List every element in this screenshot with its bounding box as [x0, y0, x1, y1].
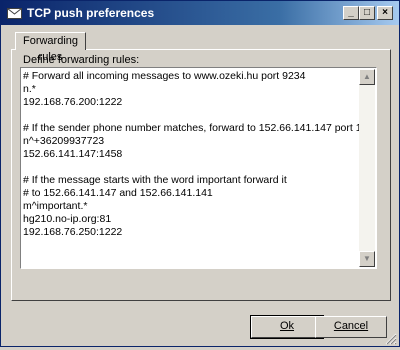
arrow-up-icon: ▲ [363, 72, 371, 81]
rules-line: 192.168.76.250:1222 [23, 226, 123, 238]
window-title: TCP push preferences [27, 6, 155, 20]
rules-line: n^+36209937723 [23, 135, 105, 147]
close-icon: × [382, 7, 388, 18]
dialog-window: TCP push preferences _ □ × Forwarding ru… [0, 0, 400, 347]
rules-line: # to 152.66.141.147 and 152.66.141.141 [23, 187, 213, 199]
title-bar[interactable]: TCP push preferences _ □ × [1, 1, 399, 25]
rules-line: # Forward all incoming messages to www.o… [23, 70, 306, 82]
rules-line: n.* [23, 83, 36, 95]
scroll-up-button[interactable]: ▲ [359, 69, 375, 85]
app-icon [7, 6, 22, 20]
scroll-down-button[interactable]: ▼ [359, 251, 375, 267]
rules-line: # If the message starts with the word im… [23, 174, 287, 186]
minimize-button[interactable]: _ [343, 6, 359, 20]
vertical-scrollbar[interactable]: ▲ ▼ [359, 69, 375, 267]
maximize-button[interactable]: □ [359, 6, 375, 20]
resize-grip-icon[interactable] [385, 332, 397, 345]
rules-line: # If the sender phone number matches, fo… [23, 122, 361, 134]
close-button[interactable]: × [377, 6, 393, 20]
rules-line: 192.168.76.200:1222 [23, 96, 123, 108]
rules-text[interactable]: # Forward all incoming messages to www.o… [23, 70, 361, 265]
ok-button[interactable]: Ok [250, 315, 324, 339]
minimize-icon: _ [348, 7, 354, 18]
rules-line: m^important.* [23, 200, 88, 212]
cancel-label: Cancel [333, 320, 369, 332]
arrow-down-icon: ▼ [363, 254, 371, 263]
maximize-icon: □ [363, 7, 371, 18]
rules-line [23, 161, 361, 174]
cancel-button[interactable]: Cancel [315, 316, 387, 338]
ok-label: Ok [279, 320, 295, 332]
rules-line [23, 109, 361, 122]
forwarding-rules-textarea[interactable]: # Forward all incoming messages to www.o… [20, 67, 377, 269]
tab-forwarding-rules[interactable]: Forwarding rules [15, 32, 86, 63]
rules-line: 152.66.141.147:1458 [23, 148, 123, 160]
rules-line: hg210.no-ip.org:81 [23, 213, 112, 225]
